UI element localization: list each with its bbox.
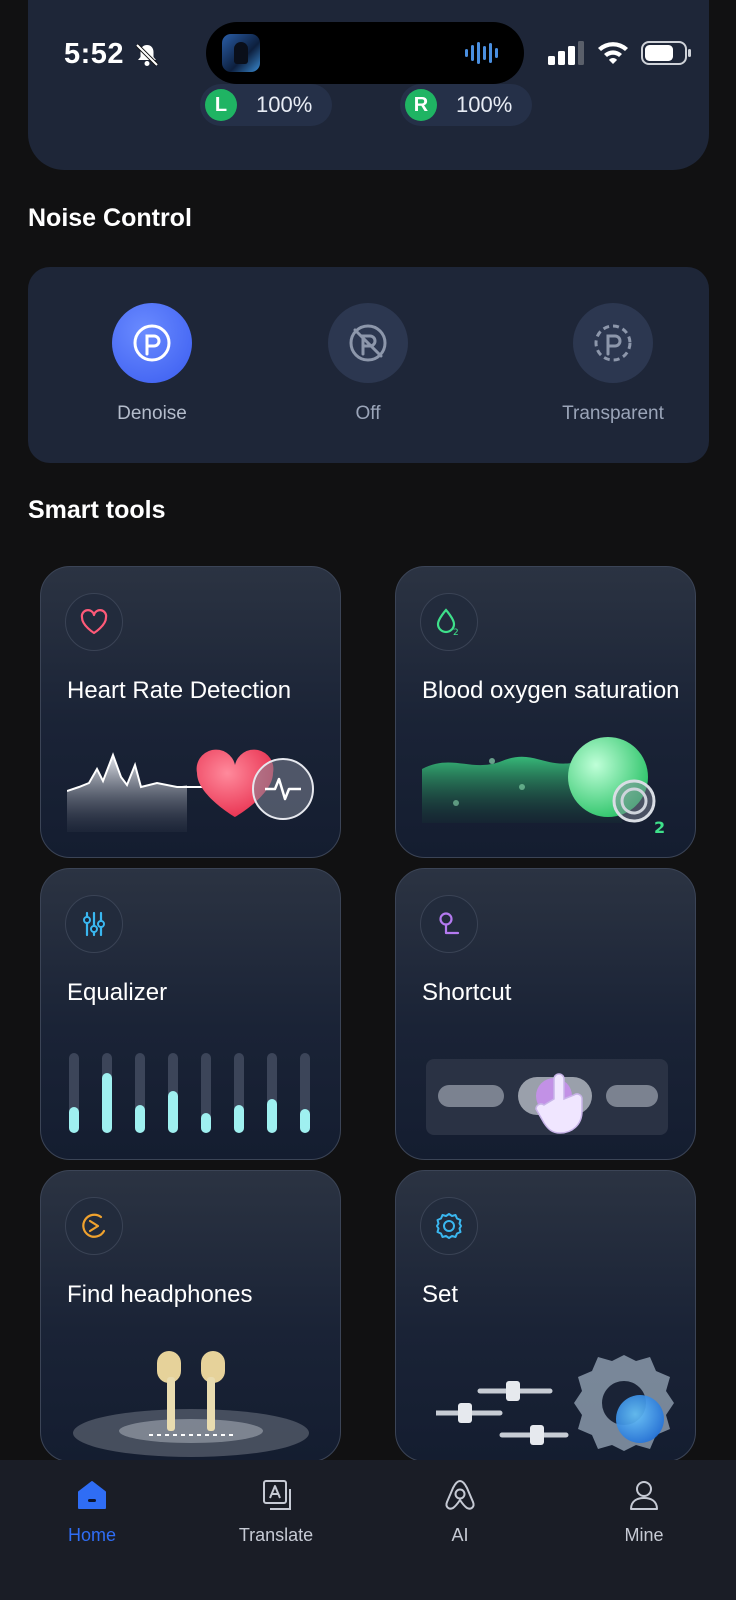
dynamic-island[interactable] bbox=[206, 22, 524, 84]
shortcut-illustration bbox=[426, 1059, 668, 1135]
tool-heart-rate[interactable]: Heart Rate Detection bbox=[40, 566, 341, 858]
nav-home[interactable]: Home bbox=[32, 1478, 152, 1546]
nav-mine[interactable]: Mine bbox=[584, 1478, 704, 1546]
blood-oxygen-icon: 2 bbox=[436, 608, 459, 638]
user-icon bbox=[630, 1481, 658, 1510]
translate-icon bbox=[263, 1480, 291, 1510]
find-headphones-icon bbox=[82, 1213, 106, 1238]
settings-illustration bbox=[436, 1355, 674, 1451]
wifi-icon bbox=[598, 42, 628, 64]
tool-equalizer[interactable]: Equalizer bbox=[40, 868, 341, 1160]
equalizer-illustration bbox=[69, 1053, 310, 1133]
bottom-nav: Home Translate AI Mine bbox=[0, 1460, 736, 1600]
status-bar: 5:52 bbox=[0, 0, 736, 100]
noise-option-label: Off bbox=[355, 403, 381, 424]
denoise-icon bbox=[133, 324, 171, 362]
left-earbud-battery: L 100% bbox=[200, 84, 332, 126]
noise-option-transparent[interactable]: Transparent bbox=[533, 303, 693, 425]
tool-title: Find headphones bbox=[67, 1281, 253, 1308]
nav-label: AI bbox=[451, 1525, 469, 1545]
svg-text:2: 2 bbox=[453, 628, 459, 638]
heart-rate-illustration bbox=[67, 749, 314, 832]
now-playing-app-icon bbox=[222, 34, 260, 72]
transparent-icon bbox=[594, 324, 632, 362]
audio-wave-icon bbox=[465, 42, 498, 64]
left-earbud-badge: L bbox=[205, 89, 237, 121]
home-icon bbox=[78, 1481, 106, 1509]
tool-title: Equalizer bbox=[67, 979, 168, 1006]
cellular-signal-icon bbox=[548, 41, 584, 65]
nav-label: Mine bbox=[624, 1525, 664, 1545]
left-earbud-battery-value: 100% bbox=[256, 92, 313, 117]
heart-icon bbox=[80, 609, 108, 635]
right-earbud-badge: R bbox=[405, 89, 437, 121]
noise-option-off[interactable]: Off bbox=[288, 303, 448, 425]
tool-find-headphones[interactable]: Find headphones bbox=[40, 1170, 341, 1462]
shortcut-icon bbox=[439, 912, 460, 935]
tool-settings[interactable]: Set bbox=[395, 1170, 696, 1462]
noise-option-label: Denoise bbox=[117, 403, 187, 424]
off-icon bbox=[349, 324, 387, 362]
gear-icon bbox=[436, 1213, 462, 1239]
nav-label: Home bbox=[67, 1525, 116, 1545]
svg-text:2: 2 bbox=[654, 818, 665, 837]
nav-ai[interactable]: AI bbox=[400, 1478, 520, 1546]
tool-title: Shortcut bbox=[422, 979, 512, 1006]
nav-label: Translate bbox=[238, 1525, 314, 1545]
equalizer-icon bbox=[83, 911, 105, 937]
status-time: 5:52 bbox=[64, 38, 125, 70]
tool-title: Heart Rate Detection bbox=[67, 677, 292, 704]
smart-tools-title: Smart tools bbox=[28, 496, 166, 524]
bell-off-icon bbox=[135, 43, 159, 67]
tool-blood-oxygen[interactable]: 2 Blood oxygen saturation 2 bbox=[395, 566, 696, 858]
blood-oxygen-illustration: 2 bbox=[422, 737, 665, 837]
right-earbud-battery: R 100% bbox=[400, 84, 532, 126]
noise-control-card: Denoise Off Transparent bbox=[28, 267, 709, 463]
noise-option-denoise[interactable]: Denoise bbox=[72, 303, 232, 425]
nav-translate[interactable]: Translate bbox=[216, 1478, 336, 1546]
noise-option-label: Transparent bbox=[562, 403, 664, 424]
find-headphones-illustration bbox=[73, 1351, 309, 1457]
tool-title: Blood oxygen saturation bbox=[422, 677, 680, 704]
tool-shortcut[interactable]: Shortcut bbox=[395, 868, 696, 1160]
ai-icon bbox=[445, 1480, 475, 1510]
right-earbud-battery-value: 100% bbox=[456, 92, 513, 117]
noise-control-title: Noise Control bbox=[28, 204, 192, 232]
battery-icon bbox=[641, 41, 691, 65]
tool-title: Set bbox=[422, 1281, 459, 1308]
